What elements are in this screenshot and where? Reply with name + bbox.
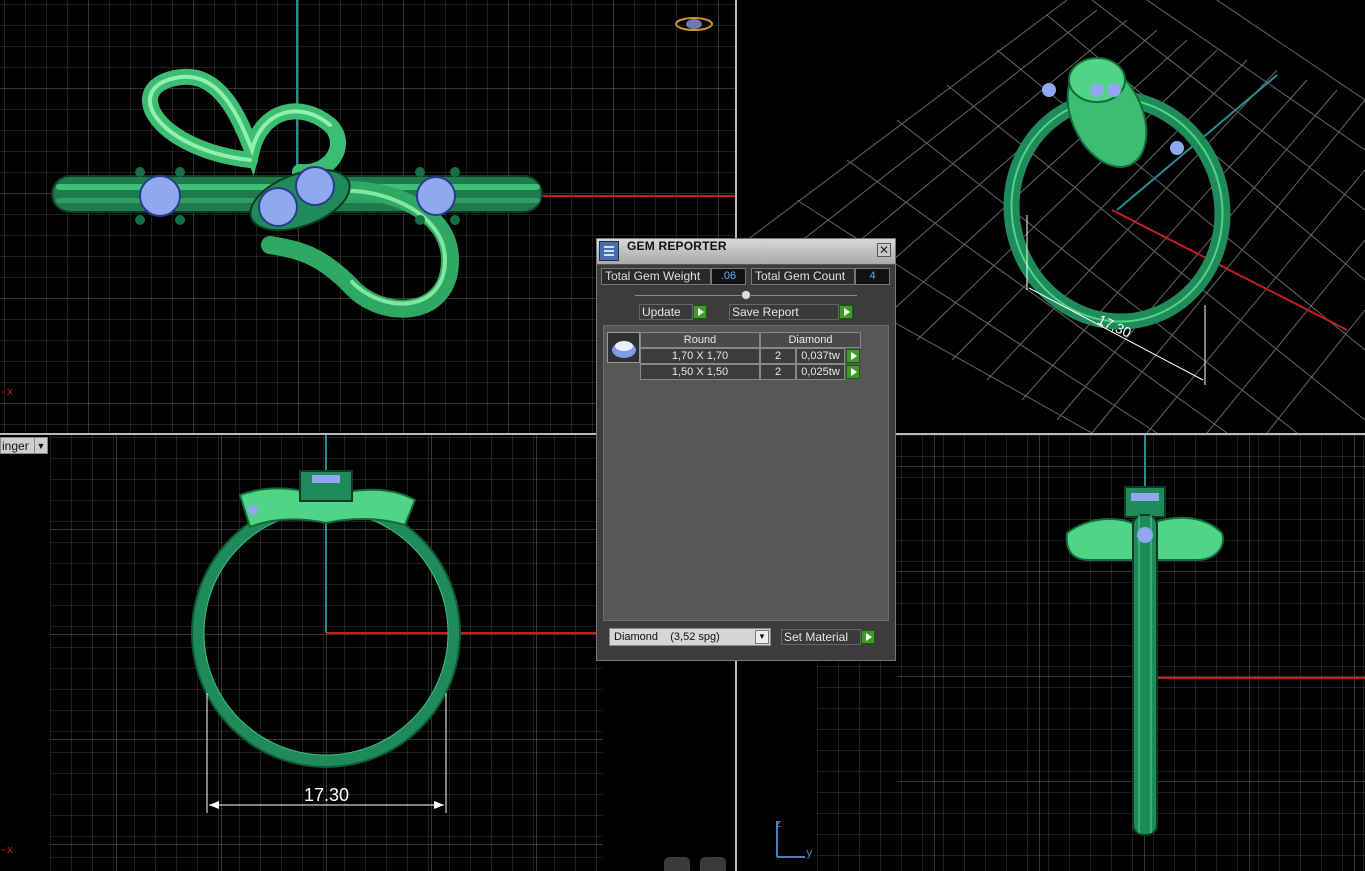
update-button[interactable]: Update [639,304,693,320]
toolbar-icon-left[interactable] [664,857,690,871]
front-axis-label: -x [0,387,14,399]
table-row-1-count: 2 [760,348,796,364]
view-selector[interactable]: inger ▼ [0,437,48,454]
side-dimension: 17.30 [304,785,350,805]
close-icon[interactable]: ✕ [877,243,891,257]
material-dropdown-arrow-icon[interactable]: ▼ [755,630,769,644]
total-gem-weight-label: Total Gem Weight [601,268,711,285]
update-play-icon[interactable] [693,305,707,319]
gem-reporter-app-icon [599,241,619,261]
set-material-button[interactable]: Set Material [781,629,861,645]
material-select-value: Diamond (3,52 spg) [614,631,720,643]
gem-reporter-titlebar[interactable]: GEM REPORTER ✕ [597,239,895,265]
slider-knob-icon[interactable] [741,290,751,300]
gem-round-icon[interactable] [607,332,640,363]
right-axis-z-label: z [775,819,782,831]
material-select[interactable]: Diamond (3,52 spg) ▼ [609,628,771,646]
table-row-2-count: 2 [760,364,796,380]
toolbar-icon-right[interactable] [700,857,726,871]
table-row-2-size: 1,50 X 1,50 [640,364,760,380]
total-gem-weight-value[interactable]: .06 [711,268,746,285]
orbit-icon[interactable] [674,14,714,34]
side-axis-label: -x [0,845,14,857]
view-selector-label: inger [2,438,29,453]
gem-list[interactable]: Round Diamond 1,70 X 1,70 2 0,037tw 1,50… [603,325,889,621]
right-axis-y-label: y [806,848,813,860]
table-row-2-play-icon[interactable] [846,365,860,379]
table-row-1-play-icon[interactable] [846,349,860,363]
table-row-2-weight: 0,025tw [796,364,845,380]
total-gem-count-label: Total Gem Count [751,268,855,285]
dropdown-arrow-icon[interactable]: ▼ [34,438,47,453]
gem-reporter-panel[interactable]: GEM REPORTER ✕ Total Gem Weight .06 Tota… [596,238,896,661]
table-header-shape: Round [640,332,760,348]
table-header-material: Diamond [760,332,861,348]
table-row-1-weight: 0,037tw [796,348,845,364]
save-report-play-icon[interactable] [839,305,853,319]
ring-perspective-model [1003,57,1231,330]
save-report-button[interactable]: Save Report [729,304,839,320]
gem-reporter-title: GEM REPORTER [627,239,727,253]
total-gem-count-value[interactable]: 4 [855,268,890,285]
table-row-1-size: 1,70 X 1,70 [640,348,760,364]
set-material-play-icon[interactable] [861,630,875,644]
